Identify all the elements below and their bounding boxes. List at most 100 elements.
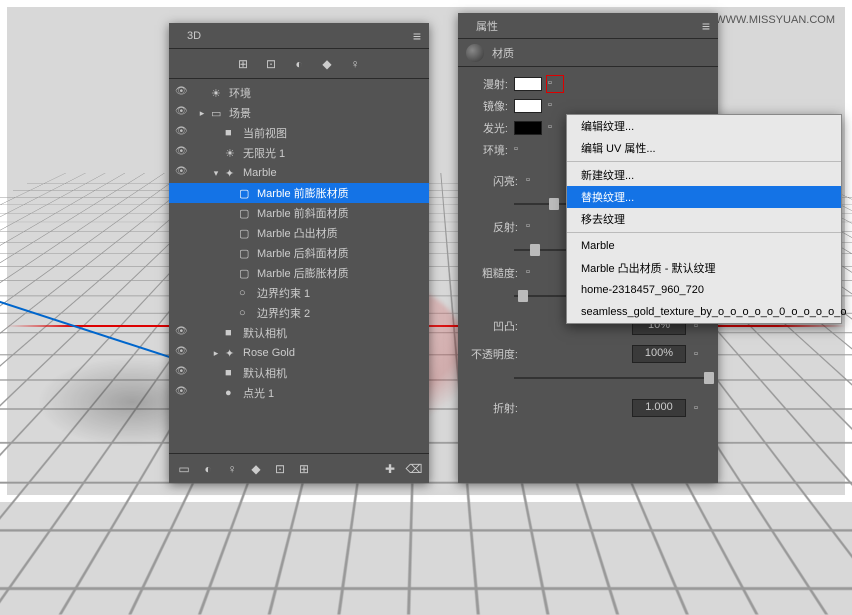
visibility-icon[interactable]: 👁 <box>175 346 189 360</box>
slider-thumb[interactable] <box>530 244 540 256</box>
disclosure-icon[interactable]: ▸ <box>211 348 221 359</box>
menu-item[interactable]: 新建纹理... <box>567 164 841 186</box>
toolbar-icon[interactable]: ⊡ <box>264 57 278 71</box>
menu-item[interactable]: 编辑纹理... <box>567 115 841 137</box>
tree-row[interactable]: 👁 ▸ ▭ 场景 <box>169 103 429 123</box>
color-swatch[interactable] <box>514 121 542 135</box>
visibility-icon[interactable]: 👁 <box>175 386 189 400</box>
visibility-icon[interactable]: 👁 <box>175 126 189 140</box>
tree-item-label: Marble 前斜面材质 <box>257 205 349 221</box>
tree-item-label: Marble 后斜面材质 <box>257 245 349 261</box>
color-swatch[interactable] <box>514 99 542 113</box>
tree-row[interactable]: ○ 边界约束 2 <box>169 303 429 323</box>
tree-row[interactable]: 👁 ■ 默认相机 <box>169 363 429 383</box>
tree-item-label: Marble 凸出材质 <box>257 225 338 241</box>
slider-thumb[interactable] <box>549 198 559 210</box>
tree-row[interactable]: ○ 边界约束 1 <box>169 283 429 303</box>
folder-icon[interactable]: ▫ <box>694 348 708 360</box>
menu-separator <box>567 161 841 162</box>
toolbar-icon[interactable]: ◆ <box>320 57 334 71</box>
slider-track[interactable] <box>514 377 708 379</box>
footer-icon[interactable]: ⊞ <box>297 462 311 476</box>
tree-item-label: 环境 <box>229 85 251 101</box>
tab-3d[interactable]: 3D <box>177 26 211 46</box>
value-label: 凹凸: <box>468 318 518 334</box>
tree-row[interactable]: 👁 ▸ ✦ Rose Gold <box>169 343 429 363</box>
tree-row[interactable]: 👁 ■ 当前视图 <box>169 123 429 143</box>
footer-icon[interactable]: ♀ <box>225 462 239 476</box>
disclosure-icon[interactable]: ▸ <box>197 108 207 119</box>
tree-row[interactable]: ▢ Marble 后斜面材质 <box>169 243 429 263</box>
tab-properties[interactable]: 属性 <box>466 14 508 38</box>
footer-icon[interactable]: ▭ <box>177 462 191 476</box>
visibility-icon[interactable] <box>175 206 189 220</box>
texture-doc-icon[interactable]: ▫ <box>548 77 562 91</box>
visibility-icon[interactable]: 👁 <box>175 146 189 160</box>
visibility-icon[interactable]: 👁 <box>175 106 189 120</box>
texture-doc-icon[interactable]: ▫ <box>526 174 540 188</box>
tree-row[interactable]: ▢ Marble 凸出材质 <box>169 223 429 243</box>
item-type-icon: ☀ <box>211 87 225 100</box>
menu-item[interactable]: 替换纹理... <box>567 186 841 208</box>
toolbar-icon[interactable]: ⊞ <box>236 57 250 71</box>
toolbar-icon[interactable]: ◐ <box>292 57 306 71</box>
visibility-icon[interactable]: 👁 <box>175 326 189 340</box>
visibility-icon[interactable] <box>175 246 189 260</box>
footer-icon[interactable]: ⌫ <box>407 462 421 476</box>
visibility-icon[interactable]: 👁 <box>175 166 189 180</box>
disclosure-icon[interactable]: ▾ <box>211 168 221 179</box>
visibility-icon[interactable] <box>175 186 189 200</box>
visibility-icon[interactable] <box>175 286 189 300</box>
footer-icon[interactable]: ⊡ <box>273 462 287 476</box>
value-label: 不透明度: <box>468 346 518 362</box>
visibility-icon[interactable] <box>175 266 189 280</box>
texture-context-menu: 编辑纹理...编辑 UV 属性... 新建纹理...替换纹理...移去纹理 Marb… <box>566 114 842 324</box>
visibility-icon[interactable] <box>175 226 189 240</box>
visibility-icon[interactable]: 👁 <box>175 86 189 100</box>
map-label: 发光: <box>468 120 508 136</box>
value-label: 折射: <box>468 400 518 416</box>
texture-doc-icon[interactable]: ▫ <box>548 99 562 113</box>
menu-item[interactable]: Marble <box>567 235 841 257</box>
color-swatch[interactable] <box>514 77 542 91</box>
menu-item[interactable]: 编辑 UV 属性... <box>567 137 841 159</box>
tree-row[interactable]: 👁 ☀ 无限光 1 <box>169 143 429 163</box>
tree-row[interactable]: ▢ Marble 后膨胀材质 <box>169 263 429 283</box>
footer-icon[interactable]: ✚ <box>383 462 397 476</box>
tree-row[interactable]: ▢ Marble 前膨胀材质 <box>169 183 429 203</box>
slider-thumb[interactable] <box>704 372 714 384</box>
tree-row[interactable]: ▢ Marble 前斜面材质 <box>169 203 429 223</box>
scene-tree: 👁 ☀ 环境👁 ▸ ▭ 场景👁 ■ 当前视图👁 ☀ 无限光 1👁 ▾ ✦ Mar… <box>169 79 429 449</box>
map-row: 漫射: ▫ <box>468 73 708 95</box>
tree-item-label: Rose Gold <box>243 347 295 359</box>
tree-row[interactable]: 👁 ■ 默认相机 <box>169 323 429 343</box>
texture-doc-icon[interactable]: ▫ <box>548 121 562 135</box>
menu-item[interactable]: 移去纹理 <box>567 208 841 230</box>
folder-icon[interactable]: ▫ <box>694 402 708 414</box>
visibility-icon[interactable]: 👁 <box>175 366 189 380</box>
env-label: 环境: <box>468 142 508 158</box>
panel-menu-icon[interactable]: ≡ <box>413 28 421 44</box>
texture-doc-icon[interactable]: ▫ <box>526 220 540 234</box>
menu-item[interactable]: home-2318457_960_720 <box>567 279 841 301</box>
menu-item[interactable]: Marble 凸出材质 - 默认纹理 <box>567 257 841 279</box>
panel-menu-icon[interactable]: ≡ <box>702 18 710 34</box>
tree-row[interactable]: 👁 ▾ ✦ Marble <box>169 163 429 183</box>
footer-icon[interactable]: ◆ <box>249 462 263 476</box>
tree-item-label: Marble <box>243 167 277 179</box>
tree-item-label: Marble 前膨胀材质 <box>257 185 349 201</box>
footer-icon[interactable]: ◐ <box>201 462 215 476</box>
menu-item[interactable]: seamless_gold_texture_by_o_o_o_o_o_0_o_o… <box>567 301 841 323</box>
visibility-icon[interactable] <box>175 306 189 320</box>
toolbar-icon[interactable]: ♀ <box>348 57 362 71</box>
texture-doc-icon[interactable]: ▫ <box>526 266 540 280</box>
texture-doc-icon[interactable]: ▫ <box>514 143 528 157</box>
tree-item-label: 边界约束 1 <box>257 285 310 301</box>
item-type-icon: ✦ <box>225 167 239 180</box>
value-input[interactable]: 100% <box>632 345 686 363</box>
slider-thumb[interactable] <box>518 290 528 302</box>
value-input[interactable]: 1.000 <box>632 399 686 417</box>
tree-row[interactable]: 👁 ☀ 环境 <box>169 83 429 103</box>
tree-item-label: 无限光 1 <box>243 145 285 161</box>
tree-row[interactable]: 👁 ● 点光 1 <box>169 383 429 403</box>
